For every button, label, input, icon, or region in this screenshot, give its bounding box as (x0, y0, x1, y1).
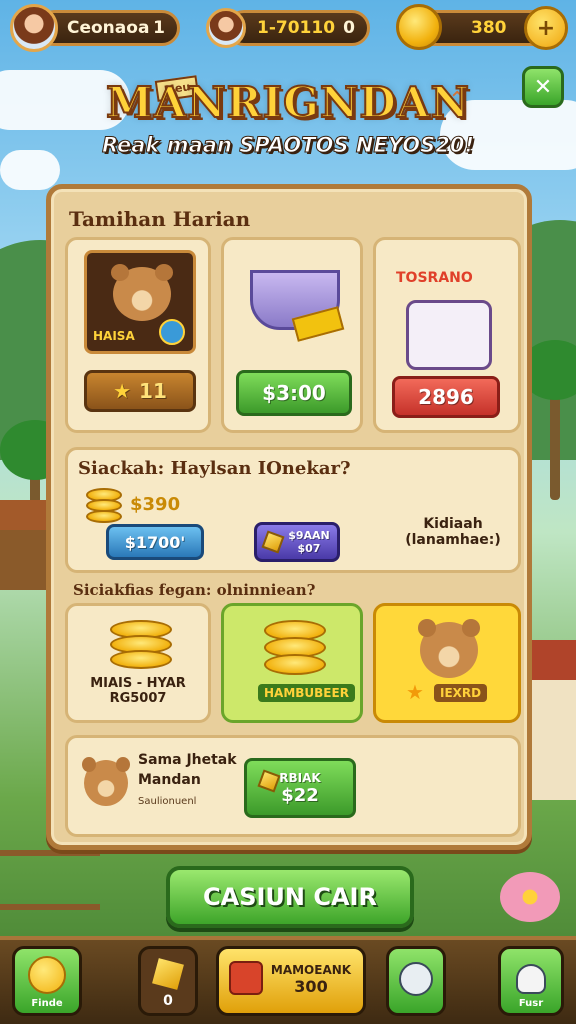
daily-button-3[interactable]: 2896 (392, 376, 500, 418)
close-icon: ✕ (533, 74, 553, 100)
special-label-3: IEXRD (434, 684, 488, 702)
special-card-3[interactable]: ★ IEXRD (373, 603, 521, 723)
player2-pill[interactable]: 1-70110 0 (226, 10, 370, 46)
bundle-sub: Saulionuenl (138, 796, 197, 807)
page-title: MANRIGNDAN (105, 77, 470, 128)
bundle-card: Sama Jhetak Mandan Saulionuenl RBIAK $22 (65, 735, 521, 837)
nav-shop-bottom: 300 (294, 976, 328, 996)
hut-left (0, 500, 50, 590)
gift-box-icon (229, 961, 263, 995)
daily-card-3[interactable]: TOSRANO 2896 (373, 237, 521, 433)
daily-button-3-label: 2896 (418, 385, 474, 409)
daily-art-label-3: TOSRANO (396, 270, 473, 286)
player1-value: 1 (153, 18, 165, 38)
gift-bag-icon (406, 300, 492, 370)
special-card-1[interactable]: MIAIS - HYAR RG5007 (65, 603, 211, 723)
plus-icon: + (536, 15, 556, 41)
shop-panel: Tamihan Harian HAISA ★ 11 $3:00 TOSRANO … (46, 184, 532, 850)
daily-button-2[interactable]: $3:00 (236, 370, 352, 416)
daily-art-label: HAISA (93, 329, 135, 343)
daily-button-2-label: $3:00 (262, 381, 326, 405)
bundle-title-2: Mandan (138, 772, 201, 788)
offer-button-2[interactable]: $9AAN $07 (254, 522, 340, 562)
pet-icon (399, 962, 433, 996)
bundle-title-1: Sama Jhetak (138, 752, 237, 768)
bottom-bar: Finde 0 MAMOEANK 300 Fusr (0, 936, 576, 1024)
primary-action-label: CASIUN CAIR (203, 883, 377, 911)
bundle-buy-button[interactable]: RBIAK $22 (244, 758, 356, 818)
bundle-button-top: RBIAK (279, 770, 321, 785)
nav-shop-top: MAMOEANK (270, 962, 352, 977)
special-label-2: HAMBUBEER (258, 684, 355, 702)
offer-card: Siackah: Haylsan IOnekar? $390 $1700' $9… (65, 447, 521, 573)
daily-title: Tamihan Harian (69, 207, 251, 231)
player2-avatar[interactable] (206, 8, 246, 48)
player1-avatar[interactable] (10, 4, 58, 52)
coin-stack-icon (264, 620, 326, 676)
special-card-2[interactable]: HAMBUBEER (221, 603, 363, 723)
nav-fusr-label: Fusr (518, 998, 544, 1009)
coin-stack-icon (86, 488, 122, 524)
star-icon: ★ (406, 680, 424, 704)
offer-button-1-label: $1700' (124, 532, 186, 552)
primary-action-button[interactable]: CASIUN CAIR (166, 866, 414, 928)
special-label-1: MIAIS - HYAR RG5007 (90, 676, 186, 706)
badge-icon (159, 319, 185, 345)
bear-icon (417, 618, 481, 678)
fence (0, 850, 100, 910)
nav-fusr-button[interactable]: Fusr (498, 946, 564, 1016)
bear-icon (110, 263, 174, 321)
coin-stack-icon (110, 620, 172, 670)
player2-name: 1-70110 (257, 18, 336, 38)
daily-button-1-label: 11 (139, 379, 167, 403)
coin-icon (28, 956, 66, 994)
page-subtitle: Reak maan SPAOTOS NEYOS20! (101, 133, 475, 158)
star-icon: ★ (113, 379, 132, 403)
daily-button-1[interactable]: ★ 11 (84, 370, 196, 412)
nav-find-button[interactable]: Finde (12, 946, 82, 1016)
coin-icon (396, 4, 442, 50)
hut-right (530, 640, 576, 800)
nav-gems-value: 0 (163, 993, 173, 1009)
ghost-icon (516, 964, 546, 994)
player1-name: Ceonaoa (67, 18, 150, 38)
offer-title: Siackah: Haylsan IOnekar? (78, 458, 351, 479)
nav-gems-button[interactable]: 0 (138, 946, 198, 1016)
bear-art-frame: HAISA (84, 250, 196, 354)
teddy-bear-icon (82, 757, 130, 806)
nav-find-label: Finde (31, 998, 63, 1009)
gem-icon (152, 958, 184, 990)
add-coins-button[interactable]: + (524, 6, 568, 50)
nav-pet-button[interactable] (386, 946, 446, 1016)
offer-info[interactable]: Kidiaah (lanamhae:) (398, 516, 508, 548)
offer-coin-amount: $390 (130, 494, 181, 515)
coin-value: 380 (471, 18, 507, 38)
offer-button-1[interactable]: $1700' (106, 524, 204, 560)
flower-icon (500, 872, 560, 922)
gem-icon (261, 530, 285, 554)
daily-card-2[interactable]: $3:00 (221, 237, 363, 433)
bundle-button-price: $22 (281, 784, 319, 806)
title-block: MANRIGNDAN Reak maan SPAOTOS NEYOS20! (0, 77, 576, 158)
daily-card-1[interactable]: HAISA ★ 11 (65, 237, 211, 433)
nav-shop-button[interactable]: MAMOEANK 300 (216, 946, 366, 1016)
offer-button-2-label: $9AAN $07 (288, 529, 330, 555)
player2-value: 0 (343, 18, 355, 38)
close-button[interactable]: ✕ (522, 66, 564, 108)
special-title: Siciakfias fegan: olninniean? (73, 581, 316, 599)
top-bar: Ceonaoa 1 1-70110 0 380 + (0, 0, 576, 56)
